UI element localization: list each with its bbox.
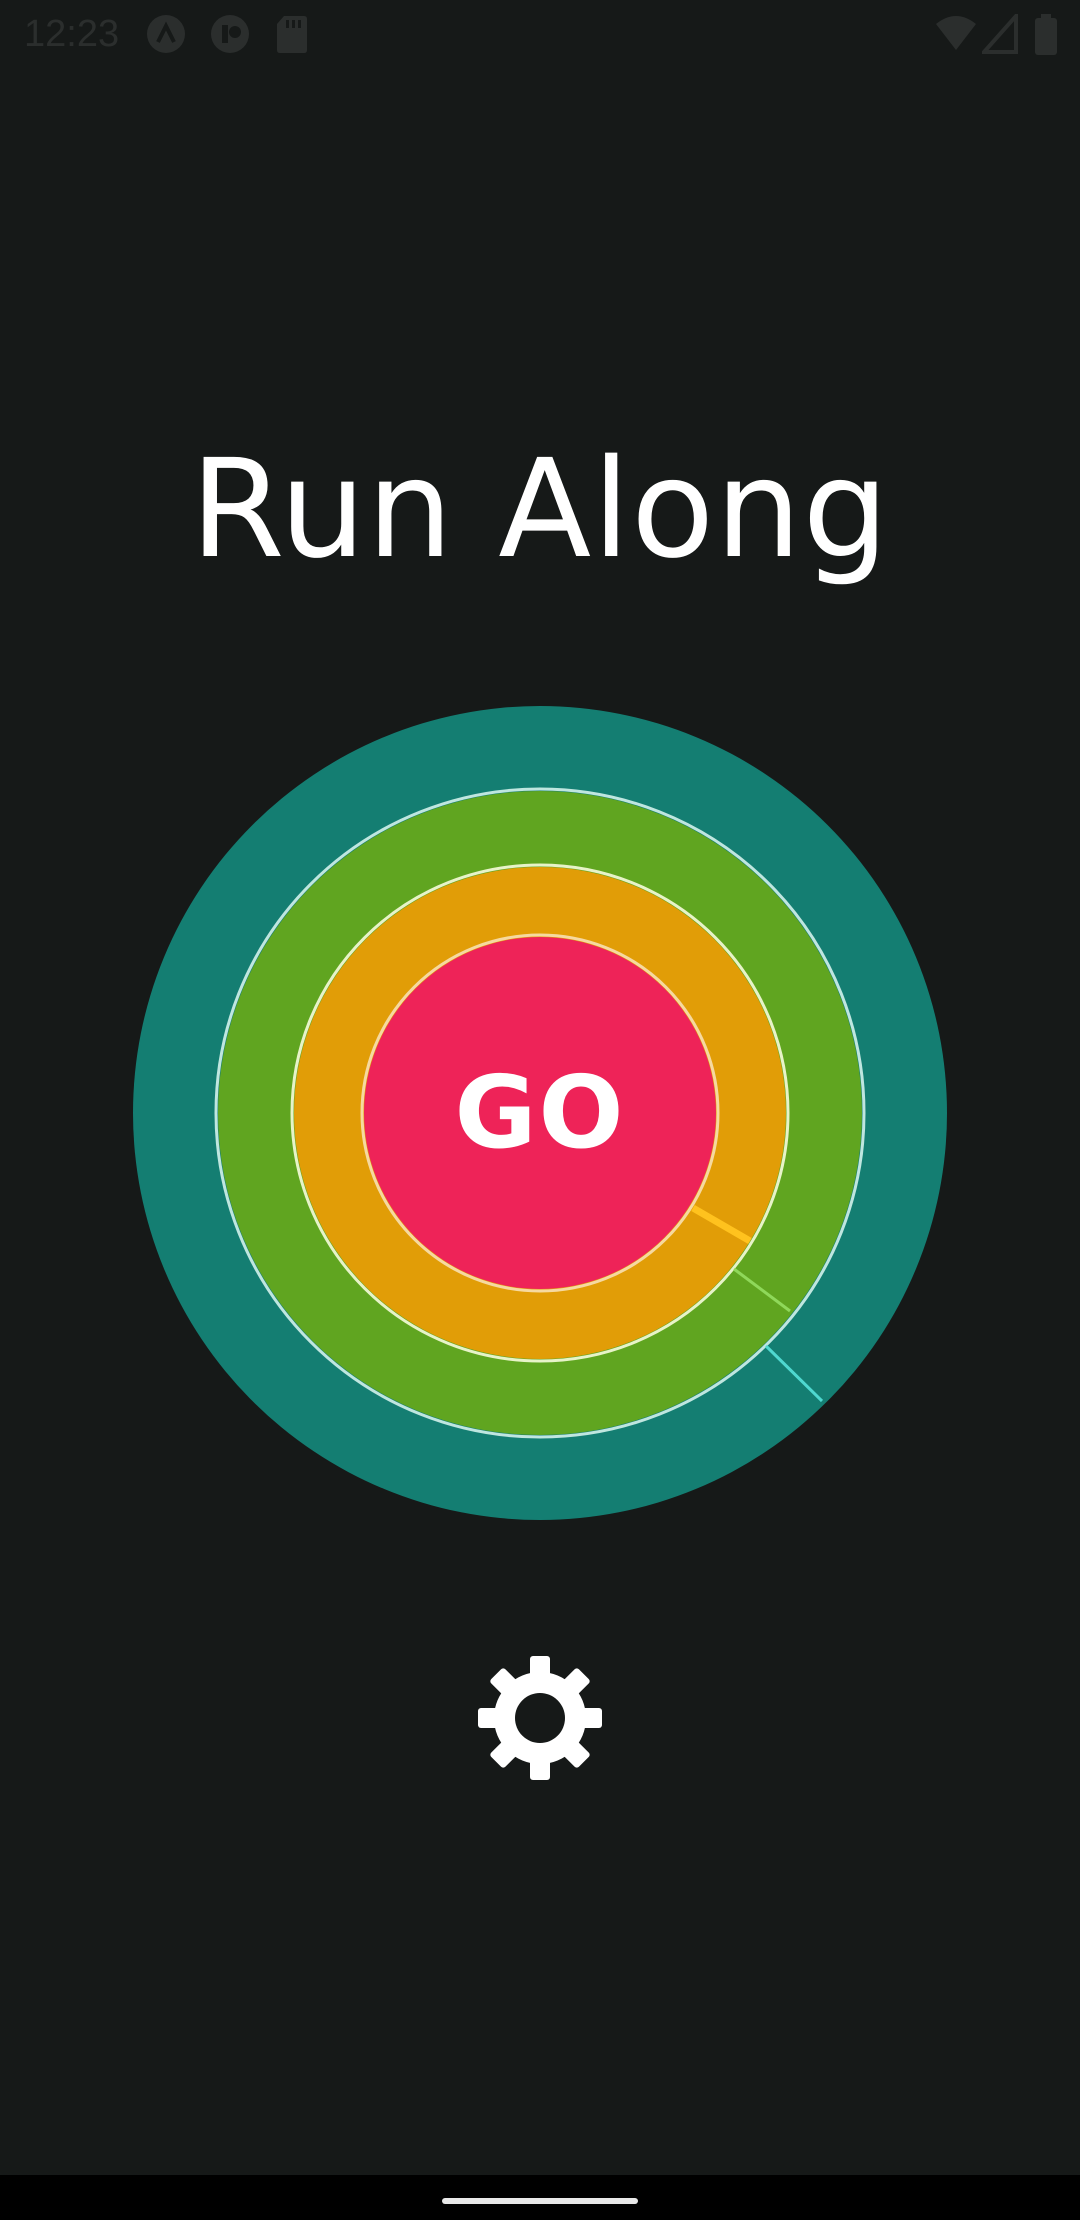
go-button[interactable]: GO — [364, 936, 716, 1288]
signal-icon — [979, 10, 1018, 59]
gear-icon — [478, 1655, 602, 1785]
app-notification-icon — [146, 14, 186, 59]
settings-button[interactable] — [470, 1650, 610, 1790]
wifi-icon — [934, 14, 978, 59]
navigation-bar — [0, 2175, 1080, 2220]
go-label: GO — [454, 1053, 626, 1171]
screen: 12:23 Run Along GO — [0, 0, 1080, 2220]
status-bar: 12:23 — [0, 0, 1080, 68]
app-title: Run Along — [190, 431, 890, 589]
sd-card-icon — [276, 14, 308, 59]
status-time: 12:23 — [24, 13, 120, 55]
battery-icon — [1034, 14, 1058, 61]
app-notification-icon — [210, 14, 250, 59]
home-handle[interactable] — [442, 2198, 638, 2204]
